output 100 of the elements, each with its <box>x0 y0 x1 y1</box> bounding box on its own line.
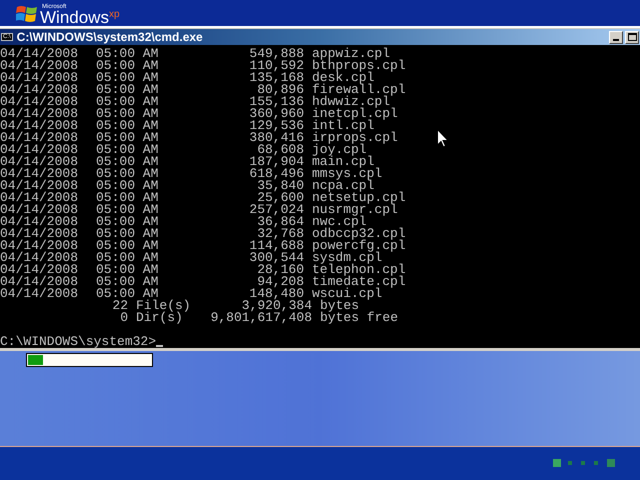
file-name: appwiz.cpl <box>312 48 390 60</box>
summary-count: 0 <box>119 312 128 324</box>
file-date: 04/14/2008 <box>0 72 80 84</box>
file-size: 36,864 <box>257 216 304 228</box>
file-size: 618,496 <box>248 168 304 180</box>
summary-count: 22 <box>111 300 128 312</box>
file-date: 04/14/2008 <box>0 192 80 204</box>
file-name: wscui.cpl <box>312 288 382 300</box>
file-date: 04/14/2008 <box>0 60 80 72</box>
file-time: 05:00 AM <box>96 216 160 228</box>
file-time: 05:00 AM <box>96 192 160 204</box>
file-date: 04/14/2008 <box>0 144 80 156</box>
file-name: nusrmgr.cpl <box>312 204 398 216</box>
file-name: inetcpl.cpl <box>312 108 398 120</box>
file-name: odbccp32.cpl <box>312 228 406 240</box>
flag-logo-icon <box>16 4 38 24</box>
summary-bytes: 3,920,384 <box>242 300 312 312</box>
file-size: 35,840 <box>257 180 304 192</box>
file-size: 94,208 <box>257 276 304 288</box>
file-time: 05:00 AM <box>96 84 160 96</box>
file-time: 05:00 AM <box>96 180 160 192</box>
file-time: 05:00 AM <box>96 288 158 300</box>
file-date: 04/14/2008 <box>0 96 80 108</box>
file-name: ncpa.cpl <box>312 180 374 192</box>
file-name: irprops.cpl <box>312 132 398 144</box>
file-size: 155,136 <box>248 96 304 108</box>
file-name: firewall.cpl <box>312 84 406 96</box>
file-time: 05:00 AM <box>96 132 160 144</box>
summary-bytes: 9,801,617,408 <box>210 312 312 324</box>
file-time: 05:00 AM <box>96 72 160 84</box>
file-size: 129,536 <box>248 120 304 132</box>
file-date: 04/14/2008 <box>0 84 80 96</box>
file-time: 05:00 AM <box>96 48 160 60</box>
file-date: 04/14/2008 <box>0 240 80 252</box>
summary-label: File(s) <box>136 300 192 312</box>
window-title: C:\WINDOWS\system32\cmd.exe <box>16 31 203 43</box>
file-date: 04/14/2008 <box>0 228 80 240</box>
progress-dots-icon <box>553 459 615 468</box>
file-name: nwc.cpl <box>312 216 367 228</box>
file-name: hdwwiz.cpl <box>312 96 390 108</box>
file-time: 05:00 AM <box>96 60 160 72</box>
file-date: 04/14/2008 <box>0 288 80 300</box>
file-time: 05:00 AM <box>96 156 160 168</box>
file-date: 04/14/2008 <box>0 276 80 288</box>
summary-unit: bytes free <box>320 312 398 324</box>
file-time: 05:00 AM <box>96 264 160 276</box>
file-name: netsetup.cpl <box>312 192 406 204</box>
file-size: 114,688 <box>248 240 304 252</box>
file-name: timedate.cpl <box>312 276 406 288</box>
file-date: 04/14/2008 <box>0 48 80 60</box>
file-size: 300,544 <box>248 252 304 264</box>
file-size: 549,888 <box>248 48 304 60</box>
file-name: intl.cpl <box>312 120 374 132</box>
summary-unit: bytes <box>320 300 360 312</box>
file-size: 68,608 <box>257 144 304 156</box>
file-name: mmsys.cpl <box>312 168 382 180</box>
file-size: 28,160 <box>257 264 304 276</box>
file-date: 04/14/2008 <box>0 264 80 276</box>
file-name: main.cpl <box>312 156 374 168</box>
file-time: 05:00 AM <box>96 204 160 216</box>
file-size: 257,024 <box>248 204 304 216</box>
file-size: 148,480 <box>249 288 304 300</box>
file-date: 04/14/2008 <box>0 252 80 264</box>
file-time: 05:00 AM <box>96 108 160 120</box>
file-date: 04/14/2008 <box>0 180 80 192</box>
file-date: 04/14/2008 <box>0 204 80 216</box>
file-time: 05:00 AM <box>96 228 160 240</box>
file-size: 110,592 <box>248 60 304 72</box>
minimize-button[interactable] <box>609 30 623 44</box>
file-time: 05:00 AM <box>96 96 160 108</box>
maximize-icon <box>628 33 636 41</box>
logo-product: Windows <box>40 10 109 26</box>
file-name: powercfg.cpl <box>312 240 406 252</box>
file-date: 04/14/2008 <box>0 132 80 144</box>
file-date: 04/14/2008 <box>0 120 80 132</box>
file-size: 360,960 <box>248 108 304 120</box>
file-time: 05:00 AM <box>96 276 160 288</box>
file-size: 25,600 <box>257 192 304 204</box>
file-time: 05:00 AM <box>96 144 160 156</box>
file-name: sysdm.cpl <box>312 252 382 264</box>
command-prompt: C:\WINDOWS\system32> <box>0 336 156 348</box>
logo-edition: xp <box>108 10 120 20</box>
file-size: 80,896 <box>257 84 304 96</box>
minimize-icon <box>613 38 619 40</box>
file-size: 187,904 <box>248 156 304 168</box>
file-size: 32,768 <box>257 228 304 240</box>
mouse-pointer-icon <box>437 129 449 148</box>
file-date: 04/14/2008 <box>0 216 80 228</box>
file-date: 04/14/2008 <box>0 168 80 180</box>
file-time: 05:00 AM <box>96 240 160 252</box>
file-name: telephon.cpl <box>312 264 406 276</box>
file-time: 05:00 AM <box>96 168 160 180</box>
maximize-button[interactable] <box>625 30 639 44</box>
file-date: 04/14/2008 <box>0 108 80 120</box>
file-size: 380,416 <box>248 132 304 144</box>
file-size: 135,168 <box>248 72 304 84</box>
summary-label: Dir(s) <box>136 312 183 324</box>
file-date: 04/14/2008 <box>0 156 80 168</box>
cursor-icon <box>156 345 164 347</box>
file-time: 05:00 AM <box>96 252 160 264</box>
